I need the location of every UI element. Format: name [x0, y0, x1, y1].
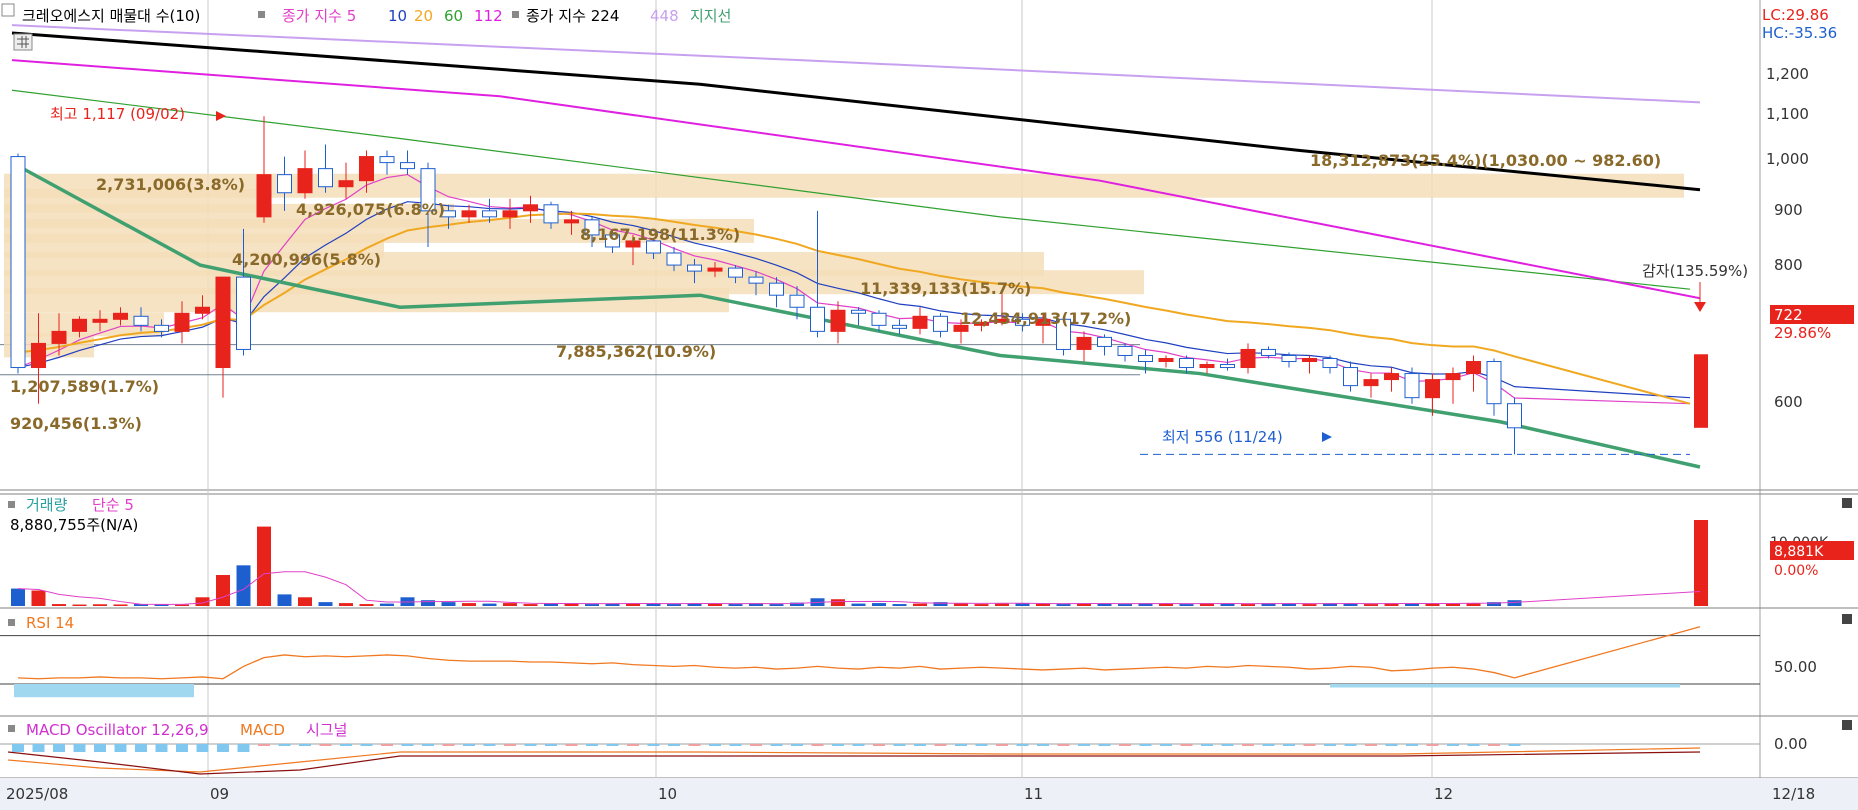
x-axis: 2025/08 09 10 11 12 12/18 [6, 785, 1815, 803]
macd-osc-label: MACD Oscillator 12,26,9 [26, 721, 209, 739]
x-label-5: 12/18 [1772, 785, 1815, 803]
rsi-label: RSI 14 [26, 614, 74, 632]
profile-label-0: 18,312,873(25.4%)(1,030.00 ~ 982.60) [1310, 151, 1661, 170]
profile-label-4: 4,200,996(5.8%) [232, 250, 381, 269]
profile-label-7: 7,885,362(10.9%) [556, 342, 716, 361]
volume-change: 0.00% [1774, 563, 1818, 579]
x-label-0: 2025/08 [6, 785, 68, 803]
profile-label-3: 8,167,198(11.3%) [580, 225, 740, 244]
volume-close-icon[interactable] [1842, 498, 1852, 508]
x-label-3: 11 [1024, 785, 1043, 803]
macd-panel-labels: MACD Oscillator 12,26,9 MACD 시그널 0.00 [8, 720, 1852, 753]
rsi-tick: 50.00 [1774, 658, 1817, 676]
macd-tick: 0.00 [1774, 735, 1807, 753]
stock-chart-window: 크레오에스지 매물대 수(10) 종가 지수 5 10 20 60 112 종가… [0, 0, 1858, 810]
macd-label: MACD [240, 721, 285, 739]
macd-close-icon[interactable] [1842, 720, 1852, 730]
profile-label-8: 1,207,589(1.7%) [10, 377, 159, 396]
x-label-4: 12 [1434, 785, 1453, 803]
profile-label-6: 12,434,913(17.2%) [960, 309, 1131, 328]
reduction-annotation: 감자(135.59%) [1642, 262, 1748, 280]
profile-label-1: 2,731,006(3.8%) [96, 175, 245, 194]
high-annotation: 최고 1,117 (09/02) [50, 105, 185, 123]
volume-profile-labels: 18,312,873(25.4%)(1,030.00 ~ 982.60) 2,7… [10, 151, 1661, 433]
low-annotation: 최저 556 (11/24) [1162, 428, 1283, 446]
overlay: 18,312,873(25.4%)(1,030.00 ~ 982.60) 2,7… [6, 105, 1854, 803]
profile-label-9: 920,456(1.3%) [10, 414, 142, 433]
profile-label-2: 4,926,075(6.8%) [296, 200, 445, 219]
rsi-panel-labels: RSI 14 50.00 [8, 614, 1852, 676]
x-label-2: 10 [658, 785, 677, 803]
volume-current: 8,881K [1774, 544, 1824, 560]
profile-label-5: 11,339,133(15.7%) [860, 279, 1031, 298]
x-label-1: 09 [210, 785, 229, 803]
volume-panel-labels: 거래량 단순 5 8,880,755주(N/A) 10,000K 8,881K … [8, 496, 1854, 579]
rsi-close-icon[interactable] [1842, 614, 1852, 624]
signal-label: 시그널 [306, 721, 347, 739]
volume-ma-label: 단순 5 [92, 496, 134, 514]
volume-last-value: 8,880,755주(N/A) [10, 516, 138, 534]
volume-label: 거래량 [26, 496, 68, 514]
